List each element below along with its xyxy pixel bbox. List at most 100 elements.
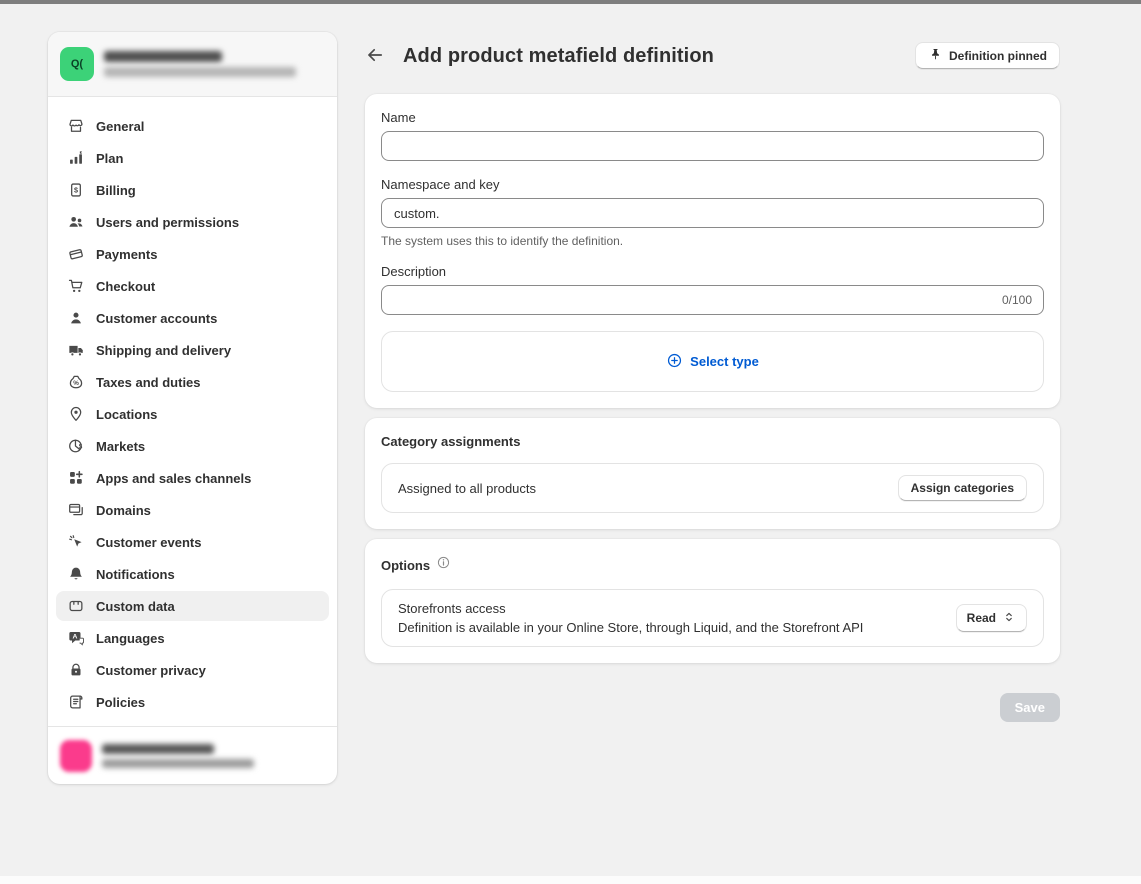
- payment-card-hand-icon: [66, 244, 86, 264]
- store-avatar: Q(: [60, 47, 94, 81]
- storefronts-access-description: Definition is available in your Online S…: [398, 620, 863, 635]
- sidebar-item-label: Locations: [96, 407, 157, 422]
- sidebar-item-taxes-and-duties[interactable]: % Taxes and duties: [56, 367, 329, 397]
- page-header: Add product metafield definition Definit…: [365, 40, 1060, 72]
- sidebar-item-users-and-permissions[interactable]: Users and permissions: [56, 207, 329, 237]
- definition-card: Name Namespace and key The system uses t…: [365, 94, 1060, 408]
- back-button[interactable]: [365, 45, 387, 67]
- store-url-redacted: [104, 67, 296, 77]
- sidebar-item-label: Languages: [96, 631, 165, 646]
- info-circle-icon[interactable]: [436, 555, 451, 575]
- policy-doc-icon: [66, 692, 86, 712]
- sidebar-item-label: Taxes and duties: [96, 375, 201, 390]
- sidebar-item-label: Customer accounts: [96, 311, 217, 326]
- user-account-row[interactable]: [48, 726, 337, 784]
- storefront-access-value: Read: [967, 611, 996, 625]
- description-input[interactable]: [381, 285, 1044, 315]
- globe-dollar-icon: $: [66, 436, 86, 456]
- sidebar-item-apps-and-sales-channels[interactable]: Apps and sales channels: [56, 463, 329, 493]
- cart-icon: [66, 276, 86, 296]
- pin-icon: [928, 47, 943, 65]
- save-button[interactable]: Save: [1000, 693, 1060, 722]
- sidebar-item-custom-data[interactable]: Custom data: [56, 591, 329, 621]
- options-card: Options Storefronts access Definition is…: [365, 539, 1060, 663]
- sidebar-item-domains[interactable]: Domains: [56, 495, 329, 525]
- browser-windows-icon: [66, 500, 86, 520]
- category-assignments-title: Category assignments: [381, 434, 520, 449]
- sidebar-item-label: Custom data: [96, 599, 175, 614]
- sidebar-item-customer-accounts[interactable]: Customer accounts: [56, 303, 329, 333]
- svg-text:%: %: [73, 380, 79, 387]
- lock-icon: [66, 660, 86, 680]
- category-assignment-row: Assigned to all products Assign categori…: [381, 463, 1044, 513]
- name-input[interactable]: [381, 131, 1044, 161]
- caret-updown-icon: [1002, 610, 1016, 627]
- plan-chart-icon: [66, 148, 86, 168]
- sidebar-item-label: Users and permissions: [96, 215, 239, 230]
- user-name-redacted: [102, 744, 214, 754]
- sidebar-item-customer-privacy[interactable]: Customer privacy: [56, 655, 329, 685]
- svg-text:A: A: [72, 634, 77, 641]
- page-title: Add product metafield definition: [403, 45, 714, 68]
- settings-sidebar: Q( General Plan $ Billing Users and permissi…: [48, 32, 337, 784]
- sidebar-item-notifications[interactable]: Notifications: [56, 559, 329, 589]
- sidebar-item-plan[interactable]: Plan: [56, 143, 329, 173]
- name-label: Name: [381, 110, 1044, 125]
- select-type-label: Select type: [690, 354, 759, 369]
- bell-icon: [66, 564, 86, 584]
- sidebar-item-label: Shipping and delivery: [96, 343, 231, 358]
- sidebar-item-markets[interactable]: $ Markets: [56, 431, 329, 461]
- translate-bubble-icon: A: [66, 628, 86, 648]
- sidebar-item-customer-events[interactable]: Customer events: [56, 527, 329, 557]
- namespace-help-text: The system uses this to identify the def…: [381, 234, 1044, 248]
- sidebar-item-label: Apps and sales channels: [96, 471, 251, 486]
- store-name-redacted: [104, 51, 222, 62]
- description-label: Description: [381, 264, 1044, 279]
- sidebar-item-general[interactable]: General: [56, 111, 329, 141]
- sidebar-item-locations[interactable]: Locations: [56, 399, 329, 429]
- cursor-click-icon: [66, 532, 86, 552]
- sidebar-item-label: General: [96, 119, 144, 134]
- sidebar-item-payments[interactable]: Payments: [56, 239, 329, 269]
- assign-categories-button[interactable]: Assign categories: [898, 475, 1027, 501]
- user-avatar: [60, 740, 92, 772]
- select-type-button[interactable]: Select type: [381, 331, 1044, 392]
- sidebar-item-shipping-and-delivery[interactable]: Shipping and delivery: [56, 335, 329, 365]
- sidebar-item-label: Customer privacy: [96, 663, 206, 678]
- svg-text:$: $: [79, 444, 83, 451]
- sidebar-item-label: Domains: [96, 503, 151, 518]
- sidebar-item-label: Plan: [96, 151, 123, 166]
- namespace-label: Namespace and key: [381, 177, 1044, 192]
- circle-plus-icon: [666, 352, 683, 372]
- arrow-left-icon: [365, 45, 385, 68]
- storefronts-access-title: Storefronts access: [398, 601, 863, 616]
- user-email-redacted: [102, 759, 254, 768]
- users-icon: [66, 212, 86, 232]
- definition-pinned-button[interactable]: Definition pinned: [915, 42, 1060, 69]
- store-account-switcher[interactable]: Q(: [48, 32, 337, 97]
- receipt-dollar-icon: $: [66, 180, 86, 200]
- store-icon: [66, 116, 86, 136]
- sidebar-item-policies[interactable]: Policies: [56, 687, 329, 717]
- window-top-edge: [0, 0, 1141, 4]
- money-bag-percent-icon: %: [66, 372, 86, 392]
- sidebar-item-label: Billing: [96, 183, 136, 198]
- sidebar-item-label: Markets: [96, 439, 145, 454]
- category-assignment-status: Assigned to all products: [398, 481, 536, 496]
- sidebar-nav: General Plan $ Billing Users and permissions…: [48, 97, 337, 726]
- main-content: Add product metafield definition Definit…: [365, 40, 1060, 722]
- sidebar-item-billing[interactable]: $ Billing: [56, 175, 329, 205]
- sidebar-item-checkout[interactable]: Checkout: [56, 271, 329, 301]
- map-pin-icon: [66, 404, 86, 424]
- sidebar-item-languages[interactable]: A Languages: [56, 623, 329, 653]
- options-title: Options: [381, 558, 430, 573]
- sidebar-item-label: Checkout: [96, 279, 155, 294]
- window-bottom-edge: [0, 876, 1141, 884]
- sidebar-item-label: Policies: [96, 695, 145, 710]
- storefront-access-select[interactable]: Read: [956, 604, 1027, 632]
- storefronts-access-row: Storefronts access Definition is availab…: [381, 589, 1044, 647]
- person-icon: [66, 308, 86, 328]
- svg-text:$: $: [74, 186, 78, 195]
- definition-pinned-label: Definition pinned: [949, 49, 1047, 63]
- namespace-input[interactable]: [381, 198, 1044, 228]
